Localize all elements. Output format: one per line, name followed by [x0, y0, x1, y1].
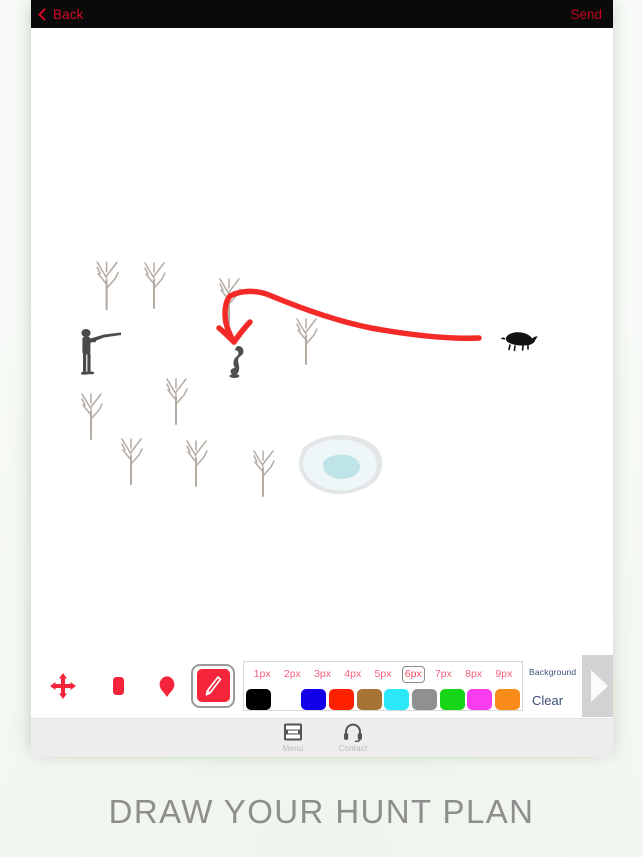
pond-shape [298, 435, 383, 495]
drawing-toolbar: 1px 2px 3px 4px 5px 6px 7px 8px 9px Back… [31, 653, 613, 718]
pencil-tool-button[interactable] [191, 663, 235, 708]
color-swatch-orange[interactable] [494, 688, 520, 710]
pencil-icon [205, 675, 222, 696]
color-swatch-red[interactable] [328, 688, 354, 710]
move-tool-button[interactable] [48, 671, 78, 701]
clear-button[interactable]: Clear [532, 693, 563, 708]
page-caption: DRAW YOUR HUNT PLAN [108, 793, 535, 830]
chevron-left-icon [38, 7, 51, 21]
color-swatch-brown[interactable] [356, 688, 382, 710]
map-pin-icon [159, 675, 175, 697]
move-arrows-icon [50, 672, 76, 699]
send-button[interactable]: Send [570, 0, 602, 28]
stroke-width-row: 1px 2px 3px 4px 5px 6px 7px 8px 9px [244, 662, 522, 687]
color-swatch-green[interactable] [439, 688, 465, 710]
back-button-label: Back [53, 6, 84, 22]
px-option-8[interactable]: 8px [462, 666, 485, 683]
back-button[interactable]: Back [38, 0, 84, 28]
pin-tool-button[interactable] [152, 671, 182, 701]
stroke-and-color-picker: 1px 2px 3px 4px 5px 6px 7px 8px 9px [243, 661, 523, 711]
color-swatch-row [244, 687, 522, 711]
px-option-2[interactable]: 2px [281, 666, 304, 683]
color-swatch-cyan[interactable] [384, 688, 410, 710]
red-arrow-stroke [216, 288, 482, 345]
px-option-3[interactable]: 3px [311, 666, 334, 683]
triangle-right-icon [591, 670, 608, 702]
canvas-artwork [81, 261, 538, 497]
rectangle-tool-button[interactable] [103, 671, 133, 701]
px-option-4[interactable]: 4px [341, 666, 364, 683]
small-animal-figure [229, 346, 244, 378]
boar-silhouette [501, 332, 538, 352]
px-option-1[interactable]: 1px [251, 666, 274, 683]
drawing-canvas[interactable] [31, 28, 613, 718]
tree-group [81, 261, 318, 497]
color-swatch-black[interactable] [246, 688, 271, 710]
tab-label-menu: Menu [282, 744, 304, 753]
tab-label-contact: Contact [338, 744, 368, 753]
app-window: Back Send 1px 2px 3px 4px 5px 6px 7px 8p… [31, 0, 613, 757]
px-option-5[interactable]: 5px [372, 666, 395, 683]
menu-filmstrip-icon [284, 723, 302, 741]
tab-item-contact[interactable]: Contact [318, 722, 388, 753]
color-swatch-gray[interactable] [411, 688, 437, 710]
color-swatch-blue[interactable] [301, 688, 327, 710]
headset-icon [344, 723, 362, 742]
rounded-rectangle-icon [113, 676, 124, 695]
top-navigation-bar: Back Send [31, 0, 613, 28]
color-swatch-white[interactable] [273, 688, 299, 710]
expand-panel-button[interactable] [582, 655, 613, 717]
background-button[interactable]: Background [529, 667, 576, 677]
px-option-9[interactable]: 9px [492, 666, 515, 683]
color-swatch-magenta[interactable] [467, 688, 493, 710]
px-option-7[interactable]: 7px [432, 666, 455, 683]
bottom-tab-bar: Menu Contact [31, 718, 613, 757]
hunter-figure [81, 329, 121, 375]
pencil-tool-swatch [196, 669, 230, 702]
px-option-6-selected[interactable]: 6px [401, 666, 425, 683]
